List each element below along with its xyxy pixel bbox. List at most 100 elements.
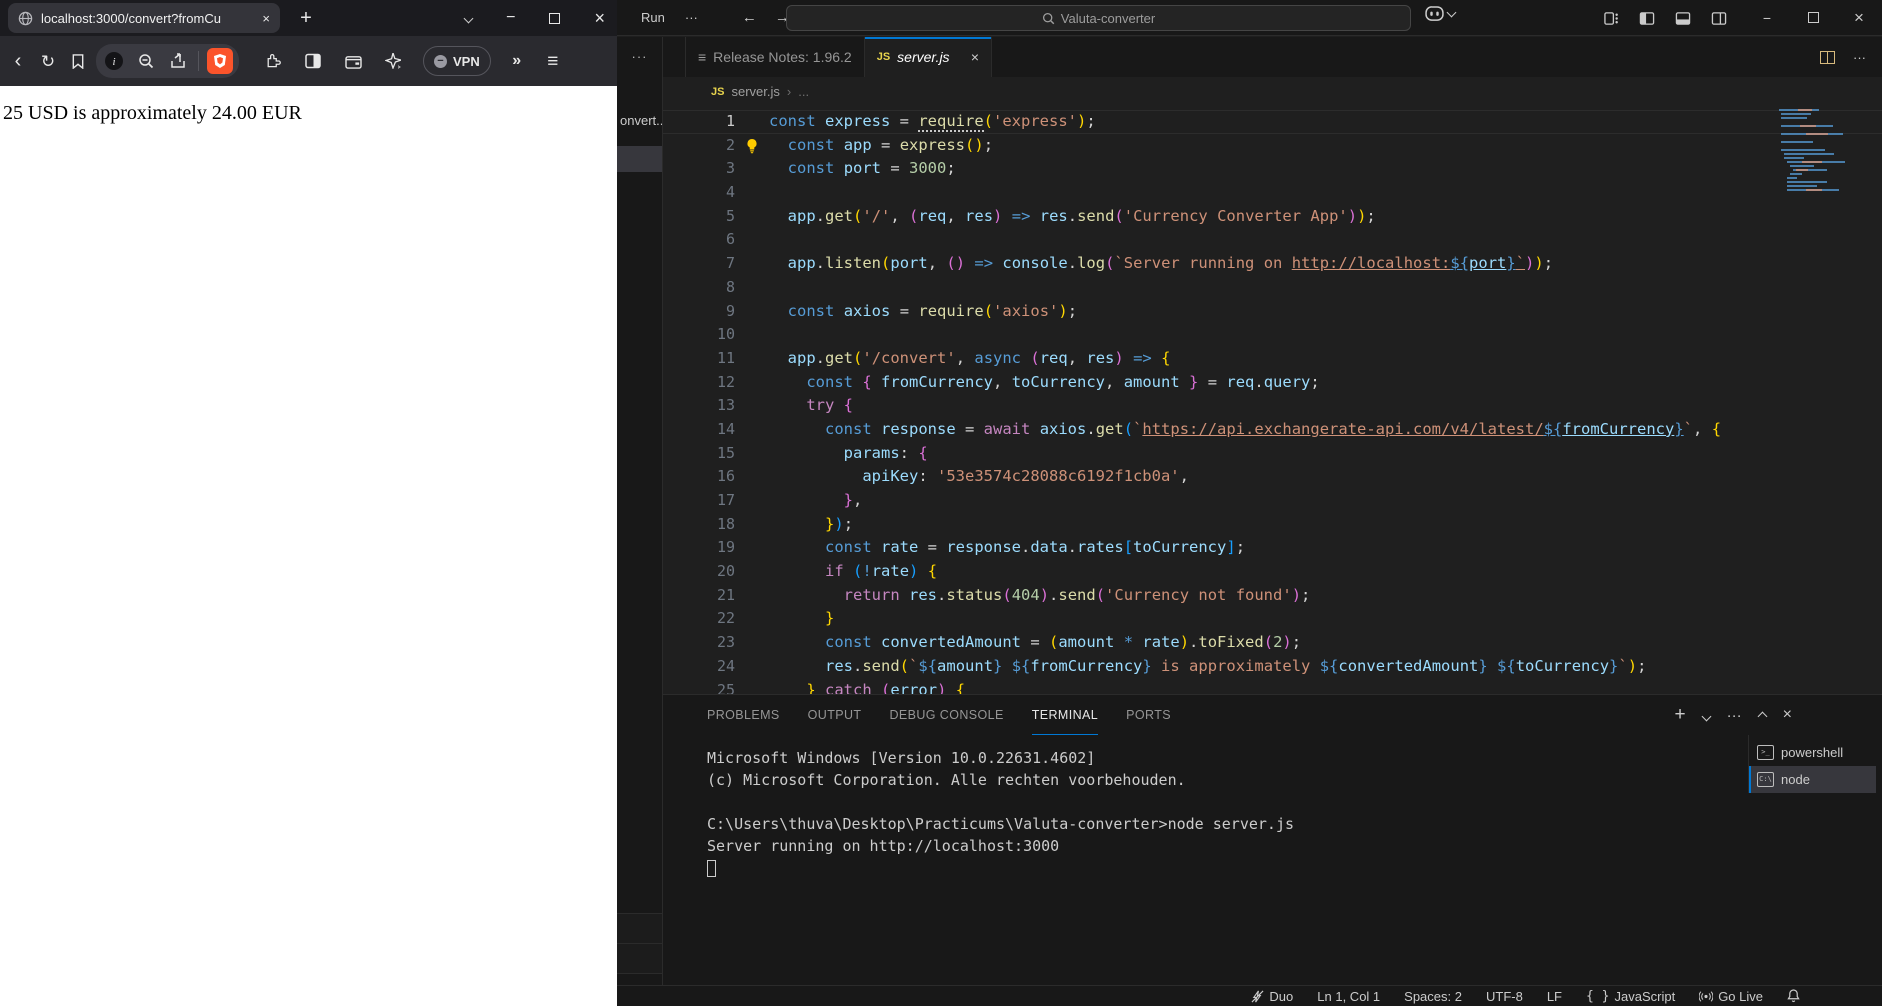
code-line[interactable]: 13 try { xyxy=(663,394,1882,418)
eol-sequence[interactable]: LF xyxy=(1547,989,1562,1004)
breadcrumb-file[interactable]: server.js xyxy=(731,84,779,99)
terminal-session-node[interactable]: C:\ node xyxy=(1749,766,1876,793)
panel-more-icon[interactable]: ··· xyxy=(1727,707,1742,724)
explorer-sidebar[interactable]: ··· onvert... xyxy=(617,37,663,985)
panel-tab-problems[interactable]: PROBLEMS xyxy=(707,695,780,735)
back-icon[interactable]: ‹ xyxy=(6,49,30,73)
panel-tab-ports[interactable]: PORTS xyxy=(1126,695,1171,735)
new-tab-button[interactable]: + xyxy=(294,6,318,30)
encoding[interactable]: UTF-8 xyxy=(1486,989,1523,1004)
new-terminal-icon[interactable]: + xyxy=(1675,704,1686,726)
code-line[interactable]: 24 res.send(`${amount} ${fromCurrency} i… xyxy=(663,655,1882,679)
reload-icon[interactable]: ↻ xyxy=(36,49,60,73)
code-line[interactable]: 11 app.get('/convert', async (req, res) … xyxy=(663,347,1882,371)
code-line[interactable]: 20 if (!rate) { xyxy=(663,560,1882,584)
customize-layout-icon[interactable] xyxy=(1604,11,1619,26)
leo-ai-icon[interactable] xyxy=(381,49,405,73)
code-line[interactable]: 17 }, xyxy=(663,489,1882,513)
bookmark-icon[interactable] xyxy=(66,49,90,73)
editor-actions-icon[interactable]: ··· xyxy=(1853,50,1866,65)
duo-status-item[interactable]: Duo xyxy=(1251,989,1293,1004)
site-info-icon[interactable]: i xyxy=(102,49,126,73)
zoom-out-icon[interactable] xyxy=(134,49,158,73)
tab-search-icon[interactable] xyxy=(463,9,474,27)
code-line[interactable]: 4 xyxy=(663,181,1882,205)
browser-tab[interactable]: localhost:3000/convert?fromCu × xyxy=(8,3,280,33)
toggle-secondary-sidebar-icon[interactable] xyxy=(1711,11,1727,26)
toolbar-overflow-icon[interactable]: » xyxy=(505,49,529,73)
code-line[interactable]: 6 xyxy=(663,228,1882,252)
code-line[interactable]: 3 const port = 3000; xyxy=(663,157,1882,181)
sidebar-section-row[interactable] xyxy=(617,913,662,943)
command-center-search[interactable]: Valuta-converter xyxy=(786,5,1411,31)
tab-close-icon[interactable]: × xyxy=(971,49,979,65)
copilot-button[interactable] xyxy=(1425,6,1457,21)
language-mode[interactable]: { } JavaScript xyxy=(1586,989,1675,1004)
code-line[interactable]: 19 const rate = response.data.rates[toCu… xyxy=(663,536,1882,560)
menu-run[interactable]: Run xyxy=(631,10,675,25)
vscode-minimize-button[interactable]: − xyxy=(1744,0,1790,36)
tab-server-js[interactable]: JS server.js × xyxy=(864,37,992,77)
vscode-close-button[interactable]: × xyxy=(1836,0,1882,36)
sidebar-overflow-icon[interactable]: ··· xyxy=(617,37,662,77)
code-line[interactable]: 1 const express = require('express'); xyxy=(663,110,1882,134)
code-line[interactable]: 22 } xyxy=(663,607,1882,631)
panel-tab-terminal[interactable]: TERMINAL xyxy=(1031,695,1099,735)
tab-release-notes[interactable]: ≡ Release Notes: 1.96.2 xyxy=(685,37,865,77)
extensions-icon[interactable] xyxy=(261,49,285,73)
code-line[interactable]: 23 const convertedAmount = (amount * rat… xyxy=(663,631,1882,655)
code-line[interactable]: 16 apiKey: '53e3574c28088c6192f1cb0a', xyxy=(663,465,1882,489)
breadcrumb[interactable]: JS server.js › ... xyxy=(663,77,1882,106)
vscode-maximize-button[interactable] xyxy=(1790,0,1836,36)
code-line[interactable]: 15 params: { xyxy=(663,442,1882,466)
browser-close-button[interactable]: × xyxy=(594,8,605,29)
code-line[interactable]: 10 xyxy=(663,323,1882,347)
sidebar-section-row[interactable] xyxy=(617,943,662,973)
code-line[interactable]: 9 const axios = require('axios'); xyxy=(663,300,1882,324)
code-line[interactable]: 18 }); xyxy=(663,513,1882,537)
sidebar-toggle-icon[interactable] xyxy=(301,49,325,73)
split-editor-icon[interactable] xyxy=(1820,50,1835,64)
browser-minimize-button[interactable]: − xyxy=(506,9,515,27)
breadcrumb-more[interactable]: ... xyxy=(798,84,809,99)
cursor-position[interactable]: Ln 1, Col 1 xyxy=(1317,989,1380,1004)
notifications-bell-icon[interactable] xyxy=(1787,989,1800,1003)
go-live-button[interactable]: Go Live xyxy=(1699,989,1763,1004)
brave-shields-icon[interactable] xyxy=(207,48,233,74)
menu-overflow-icon[interactable]: ··· xyxy=(675,10,708,25)
code-line[interactable]: 25 } catch (error) { xyxy=(663,679,1882,695)
wallet-icon[interactable] xyxy=(341,49,365,73)
browser-toolbar: ‹ ↻ i − VPN » ≡ xyxy=(0,36,617,86)
code-line[interactable]: 8 xyxy=(663,276,1882,300)
code-line[interactable]: 21 return res.status(404).send('Currency… xyxy=(663,584,1882,608)
code-line[interactable]: 5 app.get('/', (req, res) => res.send('C… xyxy=(663,205,1882,229)
panel-tab-debug-console[interactable]: DEBUG CONSOLE xyxy=(889,695,1003,735)
minimap[interactable] xyxy=(1776,106,1872,196)
code-line[interactable]: 2 const app = express(); xyxy=(663,134,1882,158)
lightbulb-icon[interactable] xyxy=(735,134,769,158)
close-panel-icon[interactable]: × xyxy=(1783,706,1792,724)
maximize-panel-icon[interactable] xyxy=(1757,707,1768,724)
code-line[interactable]: 14 const response = await axios.get(`htt… xyxy=(663,418,1882,442)
code-editor[interactable]: 1 const express = require('express'); 2 co… xyxy=(663,106,1882,694)
indentation[interactable]: Spaces: 2 xyxy=(1404,989,1462,1004)
terminal-type-icon: C:\ xyxy=(1757,772,1774,787)
code-line[interactable]: 7 app.listen(port, () => console.log(`Se… xyxy=(663,252,1882,276)
terminal-body[interactable]: Microsoft Windows [Version 10.0.22631.46… xyxy=(663,735,1742,985)
panel-tab-output[interactable]: OUTPUT xyxy=(808,695,862,735)
toggle-sidebar-icon[interactable] xyxy=(1639,11,1655,26)
browser-viewport[interactable]: 25 USD is approximately 24.00 EUR xyxy=(0,86,617,1006)
terminal-session-powershell[interactable]: >_ powershell xyxy=(1749,739,1876,766)
sidebar-selected-item[interactable] xyxy=(617,146,662,172)
terminal-profile-chevron-icon[interactable] xyxy=(1701,707,1712,724)
nav-back-icon[interactable]: ← xyxy=(742,9,757,26)
toggle-panel-icon[interactable] xyxy=(1675,11,1691,26)
code-line[interactable]: 12 const { fromCurrency, toCurrency, amo… xyxy=(663,371,1882,395)
share-icon[interactable] xyxy=(166,49,190,73)
vpn-button[interactable]: − VPN xyxy=(423,46,491,76)
conversion-result-text: 25 USD is approximately 24.00 EUR xyxy=(3,102,302,124)
sidebar-folder-label[interactable]: onvert... xyxy=(617,113,662,128)
tab-close-icon[interactable]: × xyxy=(262,11,270,26)
browser-menu-icon[interactable]: ≡ xyxy=(541,49,565,73)
browser-maximize-button[interactable] xyxy=(549,12,561,24)
